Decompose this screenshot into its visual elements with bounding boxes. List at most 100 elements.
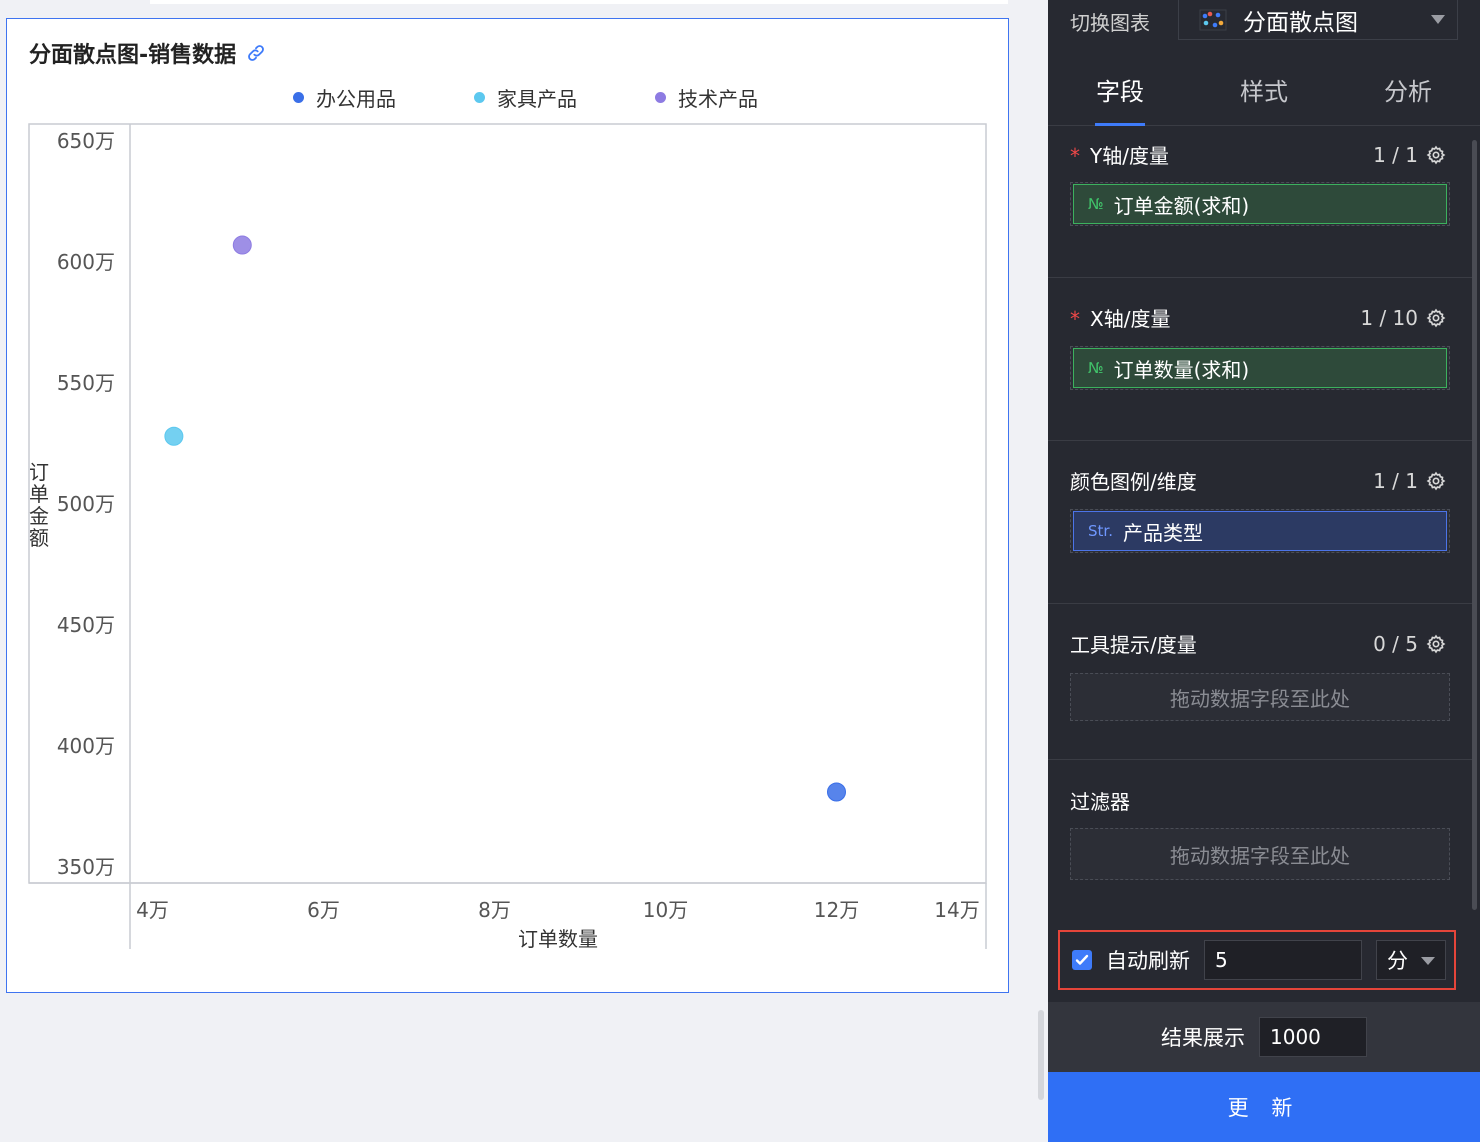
section-header: 工具提示/度量 0 / 5 (1070, 629, 1446, 658)
section-header: 颜色图例/维度 1 / 1 (1070, 466, 1446, 495)
result-limit-input[interactable]: 1000 (1259, 1017, 1367, 1057)
dropzone-placeholder: 拖动数据字段至此处 (1170, 686, 1350, 711)
field-name: 产品类型 (1122, 520, 1203, 545)
field-pill-order-quantity[interactable]: № 订单数量(求和) (1073, 348, 1447, 388)
legend-item-office[interactable]: 办公用品 (259, 83, 396, 112)
tab-analysis[interactable]: 分析 (1336, 72, 1480, 125)
legend-item-technology[interactable]: 技术产品 (621, 83, 758, 112)
section-count-wrap: 1 / 1 (1373, 469, 1446, 493)
scatter-chart-icon (1199, 9, 1227, 30)
required-mark: * (1070, 307, 1080, 331)
legend-label: 家具产品 (497, 87, 577, 111)
gear-icon[interactable] (1426, 308, 1446, 328)
auto-refresh-interval-input[interactable]: 5 (1204, 940, 1362, 980)
section-title: X轴/度量 (1090, 307, 1171, 331)
y-tick-label: 350万 (57, 855, 115, 879)
check-icon (1075, 954, 1089, 965)
y-tick-label: 500万 (57, 492, 115, 516)
legend-dot (655, 92, 666, 103)
dropzone-placeholder: 拖动数据字段至此处 (1170, 843, 1350, 868)
legend-item-furniture[interactable]: 家具产品 (440, 83, 577, 112)
y-tick-label: 400万 (57, 734, 115, 758)
legend-dot (293, 92, 304, 103)
section-title: 工具提示/度量 (1070, 633, 1197, 657)
number-type-icon: № (1088, 359, 1104, 377)
tab-style[interactable]: 样式 (1192, 72, 1336, 125)
x-axis-dropzone[interactable]: № 订单数量(求和) (1070, 346, 1450, 390)
section-count: 1 / 1 (1373, 142, 1418, 167)
legend-dot (474, 92, 485, 103)
chart-title-wrap: 分面散点图-销售数据 (29, 37, 266, 69)
chevron-down-icon (1421, 957, 1435, 965)
x-tick-label: 6万 (307, 898, 340, 922)
legend-label: 办公用品 (316, 87, 396, 111)
panel-scrollbar[interactable] (1472, 140, 1477, 910)
top-strip (150, 0, 1008, 4)
section-x-axis: * X轴/度量 1 / 10 № 订单数量(求和) (1048, 278, 1476, 441)
section-title: 颜色图例/维度 (1070, 470, 1197, 494)
x-tick-label: 4万 (136, 898, 169, 922)
y-axis-title-char: 金 (29, 504, 49, 528)
section-count: 1 / 1 (1373, 468, 1418, 493)
y-tick-label: 450万 (57, 613, 115, 637)
y-axis-title-char: 订 (29, 460, 49, 484)
chart-card: 650万 600万 550万 500万 450万 400万 350万 4万 6万 8万 10万 12万… (6, 18, 1009, 993)
tooltip-dropzone[interactable]: 拖动数据字段至此处 (1070, 673, 1450, 721)
field-pill-product-type[interactable]: Str. 产品类型 (1073, 511, 1447, 551)
auto-refresh-unit-select[interactable]: 分 (1376, 940, 1446, 980)
gear-icon[interactable] (1426, 634, 1446, 654)
section-y-axis: * Y轴/度量 1 / 1 № 订单金额(求和) (1048, 126, 1476, 278)
auto-refresh-checkbox[interactable] (1072, 950, 1092, 970)
y-axis-title-char: 额 (29, 526, 49, 550)
switch-label: 切换图表 (1070, 10, 1150, 35)
field-pill-order-amount[interactable]: № 订单金额(求和) (1073, 184, 1447, 224)
section-title: 过滤器 (1070, 790, 1130, 814)
y-tick-label: 550万 (57, 371, 115, 395)
color-dropzone[interactable]: Str. 产品类型 (1070, 509, 1450, 553)
section-title: Y轴/度量 (1090, 144, 1169, 168)
scatter-point (232, 235, 252, 255)
auto-refresh-row: 自动刷新 5 分 (1058, 930, 1456, 990)
filter-dropzone[interactable]: 拖动数据字段至此处 (1070, 828, 1450, 880)
tab-fields[interactable]: 字段 (1048, 72, 1192, 126)
result-label: 结果展示 (1161, 1026, 1245, 1050)
section-header: * Y轴/度量 1 / 1 (1070, 140, 1446, 169)
chart-type-value: 分面散点图 (1243, 9, 1358, 36)
section-count-wrap: 1 / 10 (1360, 306, 1446, 330)
result-display-row: 结果展示 1000 (1048, 1002, 1480, 1072)
link-icon[interactable] (246, 43, 266, 63)
update-button[interactable]: 更 新 (1048, 1072, 1480, 1142)
legend-label: 技术产品 (678, 87, 758, 111)
string-type-icon: Str. (1088, 522, 1113, 540)
section-count-wrap: 0 / 5 (1373, 632, 1446, 656)
x-axis-title: 订单数量 (518, 927, 598, 951)
config-panel: 切换图表 分面散点图 字段 样式 分析 * Y轴/度量 1 / 1 № 订单金额… (1048, 0, 1480, 1142)
scatter-point (827, 782, 846, 802)
section-header: 过滤器 (1070, 786, 1446, 815)
field-name: 订单金额(求和) (1113, 193, 1250, 218)
gear-icon[interactable] (1426, 145, 1446, 165)
chart-title: 分面散点图-销售数据 (29, 43, 237, 68)
page-scrollbar[interactable] (1038, 1010, 1044, 1100)
y-tick-label: 600万 (57, 250, 115, 274)
section-tooltip: 工具提示/度量 0 / 5 拖动数据字段至此处 (1048, 604, 1476, 760)
section-title-wrap: * X轴/度量 (1070, 303, 1170, 332)
gear-icon[interactable] (1426, 471, 1446, 491)
section-header: * X轴/度量 1 / 10 (1070, 303, 1446, 332)
section-filter: 过滤器 拖动数据字段至此处 (1048, 760, 1476, 910)
section-color-legend: 颜色图例/维度 1 / 1 Str. 产品类型 (1048, 441, 1476, 604)
unit-value: 分 (1387, 949, 1408, 973)
y-tick-label: 650万 (57, 129, 115, 153)
x-tick-label: 8万 (478, 898, 511, 922)
section-count: 1 / 10 (1360, 305, 1418, 330)
x-tick-label: 14万 (934, 898, 979, 922)
chart-legend: 办公用品 家具产品 技术产品 (7, 83, 1010, 112)
plot-border (28, 123, 987, 884)
field-name: 订单数量(求和) (1113, 357, 1250, 382)
section-count-wrap: 1 / 1 (1373, 143, 1446, 167)
number-type-icon: № (1088, 195, 1104, 213)
chart-switch-row: 切换图表 分面散点图 (1048, 0, 1480, 42)
y-axis-dropzone[interactable]: № 订单金额(求和) (1070, 182, 1450, 226)
chart-type-select[interactable]: 分面散点图 (1178, 0, 1458, 40)
y-axis-title-char: 单 (29, 482, 49, 506)
